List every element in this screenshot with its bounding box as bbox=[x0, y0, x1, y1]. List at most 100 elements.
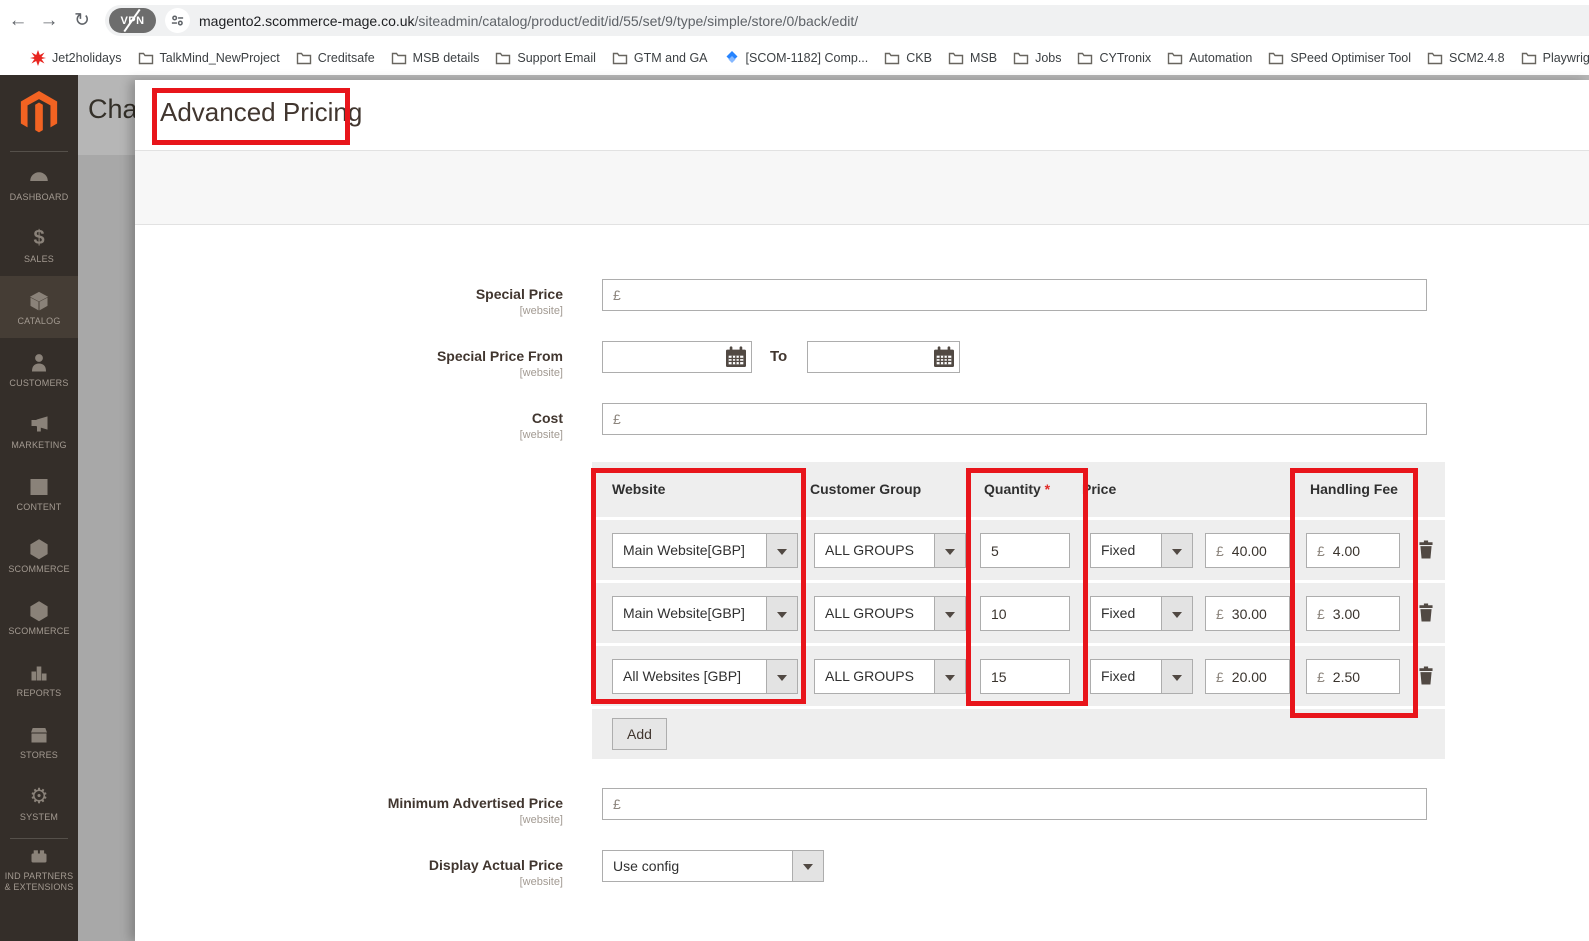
price-field: £ bbox=[1205, 533, 1290, 568]
tier-table-header: Website Customer Group Quantity * Price … bbox=[592, 462, 1445, 517]
price-type-select[interactable]: Fixed bbox=[1090, 659, 1193, 694]
workspace: Cha DASHBOARD $ SALES bbox=[0, 75, 1589, 941]
price-type-select[interactable]: Fixed bbox=[1090, 596, 1193, 631]
special-price-from-scope: [website] bbox=[135, 367, 563, 379]
sidebar-item-catalog[interactable]: CATALOG bbox=[0, 276, 78, 338]
bookmark-item[interactable]: SPeed Optimiser Tool bbox=[1260, 46, 1419, 70]
tier-table-footer: Add bbox=[592, 709, 1445, 759]
folder-icon bbox=[1268, 50, 1284, 66]
bookmark-item[interactable]: CKB bbox=[876, 46, 940, 70]
sidebar-item-reports[interactable]: REPORTS bbox=[0, 648, 78, 710]
sidebar-item-dashboard[interactable]: DASHBOARD bbox=[0, 152, 78, 214]
vpn-off-badge[interactable]: VPN bbox=[109, 8, 156, 33]
currency-symbol: £ bbox=[1307, 606, 1325, 622]
bookmark-item[interactable]: TalkMind_NewProject bbox=[130, 46, 288, 70]
back-icon[interactable]: ← bbox=[5, 8, 31, 34]
bookmarks-bar: Jet2holidays TalkMind_NewProject bbox=[0, 41, 1589, 75]
tier-price-row: Main Website[GBP] ALL GROUPS Fixed bbox=[592, 583, 1445, 643]
folder-icon bbox=[1013, 50, 1029, 66]
bookmark-item[interactable]: CYTronix bbox=[1069, 46, 1159, 70]
cost-input[interactable] bbox=[621, 411, 1426, 427]
brick-icon bbox=[28, 844, 50, 868]
price-type-select[interactable]: Fixed bbox=[1090, 533, 1193, 568]
customer-group-select-value: ALL GROUPS bbox=[815, 534, 934, 567]
quantity-input[interactable] bbox=[980, 533, 1070, 568]
special-price-scope: [website] bbox=[135, 305, 563, 317]
bookmark-item[interactable]: SCM2.4.8 bbox=[1419, 46, 1513, 70]
quantity-input[interactable] bbox=[980, 596, 1070, 631]
hexagon-icon bbox=[28, 537, 50, 561]
special-price-to-input[interactable] bbox=[808, 349, 932, 365]
bookmark-item[interactable]: Jobs bbox=[1005, 46, 1069, 70]
site-settings-icon[interactable] bbox=[165, 8, 190, 33]
website-column-header: Website bbox=[612, 481, 665, 497]
bookmark-item[interactable]: [SCOM-1182] Comp... bbox=[716, 46, 877, 70]
special-price-input[interactable] bbox=[621, 287, 1426, 303]
display-actual-price-label: Display Actual Price bbox=[135, 857, 563, 873]
delete-row-button[interactable] bbox=[1417, 540, 1435, 560]
magento-logo[interactable] bbox=[0, 75, 78, 151]
sidebar-item-customers[interactable]: CUSTOMERS bbox=[0, 338, 78, 400]
delete-row-button[interactable] bbox=[1417, 603, 1435, 623]
bookmark-label: Jobs bbox=[1035, 51, 1061, 65]
bookmark-item[interactable]: Creditsafe bbox=[288, 46, 383, 70]
handling-fee-input[interactable] bbox=[1325, 669, 1399, 685]
bookmark-item[interactable]: MSB bbox=[940, 46, 1005, 70]
price-input[interactable] bbox=[1224, 543, 1289, 559]
sidebar-item-sales[interactable]: $ SALES bbox=[0, 214, 78, 276]
customer-group-select[interactable]: ALL GROUPS bbox=[814, 596, 966, 631]
cost-label: Cost bbox=[135, 410, 563, 426]
quantity-column-header: Quantity * bbox=[984, 481, 1050, 497]
bookmark-item[interactable]: Automation bbox=[1159, 46, 1260, 70]
to-label: To bbox=[770, 348, 787, 365]
sidebar-label: CUSTOMERS bbox=[9, 378, 68, 388]
tier-price-table: Website Customer Group Quantity * Price … bbox=[592, 462, 1445, 759]
handling-fee-field: £ bbox=[1306, 659, 1400, 694]
calendar-icon[interactable] bbox=[932, 345, 956, 369]
delete-row-button[interactable] bbox=[1417, 666, 1435, 686]
bookmark-item[interactable]: Jet2holidays bbox=[22, 46, 130, 70]
background-page-title: Cha bbox=[88, 94, 138, 125]
quantity-input[interactable] bbox=[980, 659, 1070, 694]
customer-group-select[interactable]: ALL GROUPS bbox=[814, 533, 966, 568]
special-price-from-label: Special Price From bbox=[135, 348, 563, 364]
minimum-advertised-price-scope: [website] bbox=[135, 814, 563, 826]
chevron-down-icon bbox=[792, 851, 823, 881]
website-select[interactable]: All Websites [GBP] bbox=[612, 659, 798, 694]
dashboard-icon bbox=[28, 165, 50, 189]
bookmark-label: SPeed Optimiser Tool bbox=[1290, 51, 1411, 65]
url-text[interactable]: magento2.scommerce-mage.co.uk/siteadmin/… bbox=[199, 13, 858, 29]
minimum-advertised-price-input[interactable] bbox=[621, 796, 1426, 812]
website-select[interactable]: Main Website[GBP] bbox=[612, 596, 798, 631]
sidebar-item-scommerce-1[interactable]: SCOMMERCE bbox=[0, 524, 78, 586]
bookmark-item[interactable]: MSB details bbox=[383, 46, 488, 70]
add-tier-button[interactable]: Add bbox=[612, 718, 667, 750]
forward-icon[interactable]: → bbox=[36, 8, 62, 34]
sidebar-item-content[interactable]: CONTENT bbox=[0, 462, 78, 524]
sidebar-item-find-partners[interactable]: IND PARTNERS & EXTENSIONS bbox=[0, 839, 78, 897]
trash-icon bbox=[1418, 666, 1434, 685]
sidebar-item-marketing[interactable]: MARKETING bbox=[0, 400, 78, 462]
bookmark-item[interactable]: GTM and GA bbox=[604, 46, 716, 70]
display-actual-price-select[interactable]: Use config bbox=[602, 850, 824, 882]
special-price-from-input[interactable] bbox=[603, 349, 724, 365]
folder-icon bbox=[612, 50, 628, 66]
sidebar-item-scommerce-2[interactable]: SCOMMERCE bbox=[0, 586, 78, 648]
sales-icon: $ bbox=[33, 227, 44, 251]
price-input[interactable] bbox=[1224, 669, 1289, 685]
handling-fee-input[interactable] bbox=[1325, 543, 1399, 559]
bookmark-item[interactable]: Support Email bbox=[487, 46, 604, 70]
address-bar[interactable]: VPN magento2.scommerce-mage.co.uk/sitead… bbox=[105, 5, 1589, 36]
refresh-icon[interactable]: ↻ bbox=[69, 8, 95, 34]
handling-fee-input[interactable] bbox=[1325, 606, 1399, 622]
sidebar-item-system[interactable]: ⚙ SYSTEM bbox=[0, 772, 78, 834]
price-input[interactable] bbox=[1224, 606, 1289, 622]
website-select[interactable]: Main Website[GBP] bbox=[612, 533, 798, 568]
bookmark-item[interactable]: Playwright_tool bbox=[1513, 46, 1589, 70]
calendar-icon[interactable] bbox=[724, 345, 748, 369]
chevron-down-icon bbox=[934, 660, 965, 693]
customer-group-select[interactable]: ALL GROUPS bbox=[814, 659, 966, 694]
sidebar-label: & EXTENSIONS bbox=[5, 882, 74, 892]
sidebar-item-stores[interactable]: STORES bbox=[0, 710, 78, 772]
chevron-down-icon bbox=[1161, 534, 1192, 567]
